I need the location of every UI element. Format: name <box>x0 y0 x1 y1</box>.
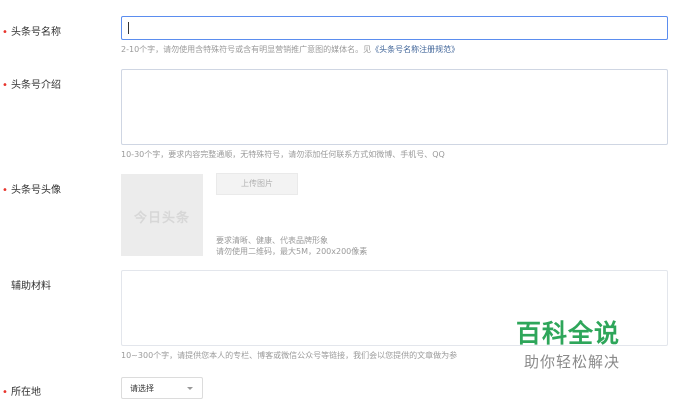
location-label: • 所在地 <box>2 383 41 398</box>
location-select[interactable]: 请选择 <box>121 377 203 399</box>
avatar-placeholder-logo: 今日头条 <box>133 211 190 226</box>
name-input[interactable] <box>121 16 668 40</box>
name-label-text: 头条号名称 <box>11 27 61 38</box>
name-rules-link[interactable]: 《头条号名称注册规范》 <box>371 45 459 54</box>
watermark-title: 百科全说 <box>516 319 621 348</box>
upload-image-button[interactable]: 上传图片 <box>216 173 298 195</box>
avatar-label: • 头条号头像 <box>2 181 61 196</box>
avatar-label-text: 头条号头像 <box>11 185 61 196</box>
location-label-text: 所在地 <box>11 387 41 398</box>
avatar-hint-line1: 要求清晰、健康、代表品牌形象 <box>216 236 328 245</box>
name-hint-text: 2-10个字，请勿使用含特殊符号或含有明显营销推广意图的媒体名。见 <box>121 45 372 54</box>
materials-hint: 10~300个字，请提供您本人的专栏、博客或微信公众号等链接，我们会以您提供的文… <box>121 351 458 360</box>
location-select-value: 请选择 <box>130 384 154 393</box>
materials-label-text: 辅助材料 <box>11 281 51 292</box>
chevron-down-icon <box>187 387 193 390</box>
materials-label: 辅助材料 <box>2 277 51 292</box>
required-marker: • <box>2 387 8 398</box>
name-hint: 2-10个字，请勿使用含特殊符号或含有明显营销推广意图的媒体名。见《头条号名称注… <box>121 44 459 55</box>
required-marker: • <box>2 27 8 38</box>
intro-textarea[interactable] <box>121 69 668 145</box>
name-label: • 头条号名称 <box>2 23 61 38</box>
required-marker: • <box>2 185 8 196</box>
intro-label-text: 头条号介绍 <box>11 80 61 91</box>
intro-label: • 头条号介绍 <box>2 76 61 91</box>
avatar-placeholder: 今日头条 <box>121 174 203 256</box>
intro-hint: 10-30个字，要求内容完整通顺，无特殊符号，请勿添加任何联系方式如微博、手机号… <box>121 150 445 159</box>
required-marker: • <box>2 80 8 91</box>
text-caret <box>128 22 129 34</box>
avatar-hint-line2: 请勿使用二维码，最大5M，200x200像素 <box>216 247 368 256</box>
watermark-subtitle: 助你轻松解决 <box>524 353 621 371</box>
